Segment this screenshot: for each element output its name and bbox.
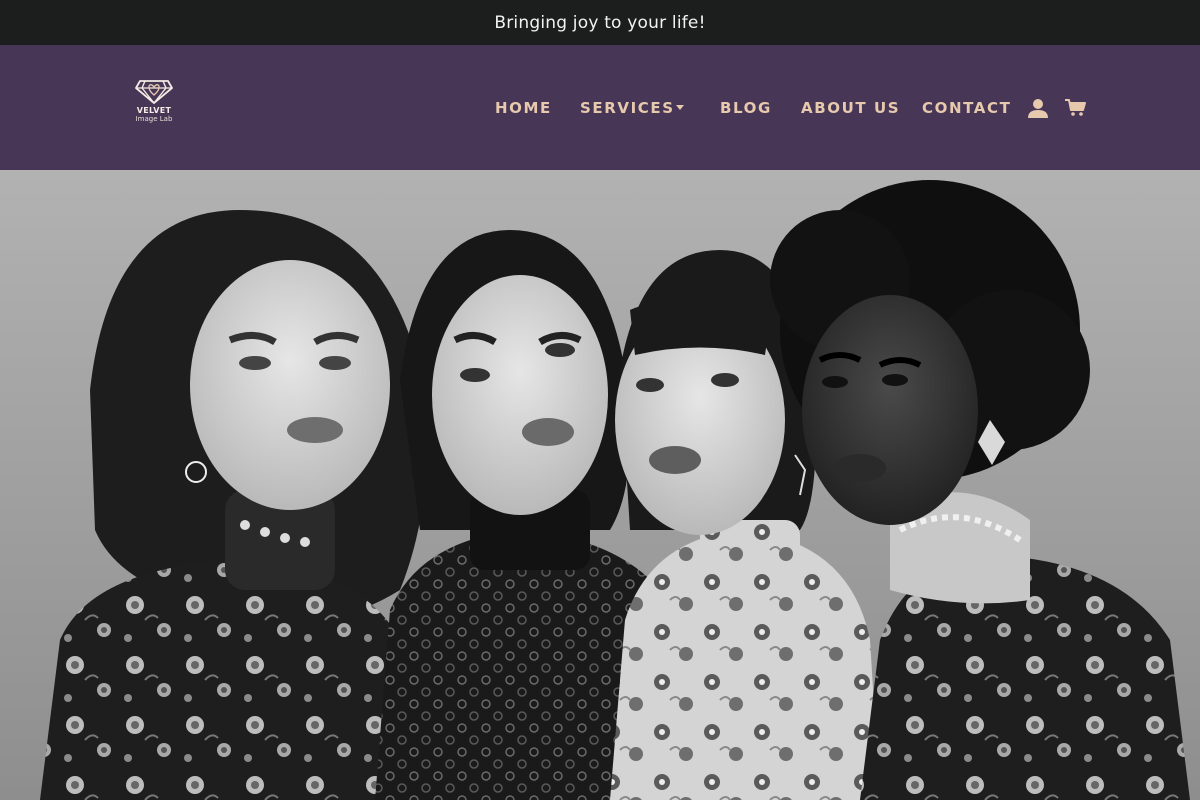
site-header: VELVET Image Lab HOME SERVICES BLOG ABOU… <box>0 45 1200 170</box>
nav-item-services-label: SERVICES <box>580 99 675 117</box>
account-button[interactable] <box>1026 96 1050 120</box>
cart-icon <box>1065 99 1086 116</box>
announcement-bar: Bringing joy to your life! <box>0 0 1200 45</box>
user-icon <box>1028 99 1048 118</box>
nav-item-home[interactable]: HOME <box>495 99 552 119</box>
nav-item-services[interactable]: SERVICES <box>580 99 684 119</box>
announcement-text: Bringing joy to your life! <box>494 12 706 33</box>
nav-item-about-us[interactable]: ABOUT US <box>801 99 900 119</box>
chevron-down-icon <box>676 105 684 110</box>
hero-banner <box>0 170 1200 800</box>
nav-item-contact[interactable]: CONTACT <box>922 99 1011 119</box>
hero-image <box>0 170 1200 800</box>
nav-item-blog[interactable]: BLOG <box>720 99 772 119</box>
main-nav: HOME SERVICES BLOG ABOUT US CONTACT <box>0 45 1200 170</box>
cart-button[interactable] <box>1064 96 1088 120</box>
